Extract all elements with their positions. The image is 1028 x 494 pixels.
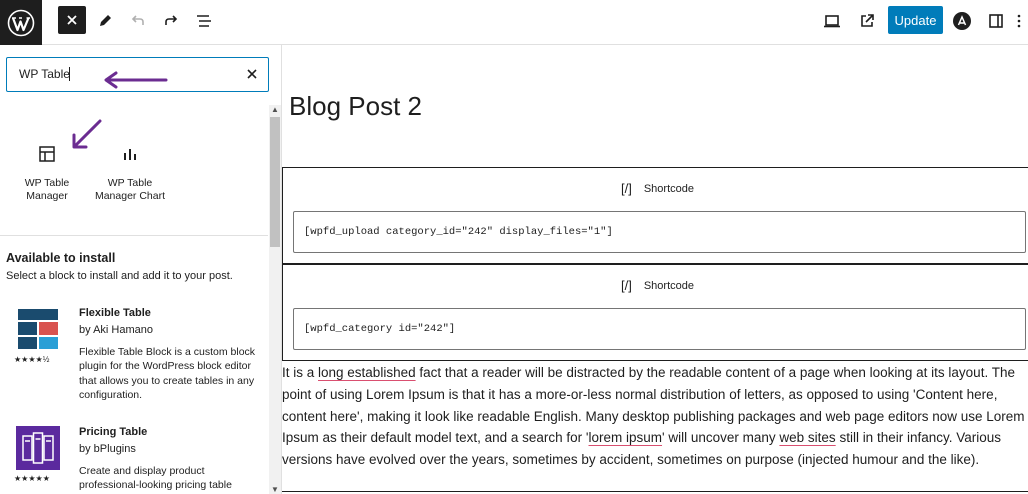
shortcode-block-header: [/] Shortcode xyxy=(621,278,694,293)
block-label: WP Table xyxy=(107,177,153,189)
sidebar-scrollbar[interactable]: ▲ ▼ xyxy=(269,105,281,494)
update-button[interactable]: Update xyxy=(888,6,943,34)
annotation-arrow-icon xyxy=(104,71,168,89)
preview-button[interactable] xyxy=(818,7,846,35)
desktop-preview-icon xyxy=(824,15,840,28)
undo-icon xyxy=(131,15,144,25)
editor-toolbar: Update xyxy=(0,0,1028,45)
settings-sidebar-icon xyxy=(989,14,1003,28)
shortcode-label: Shortcode xyxy=(643,279,694,292)
pricing-table-logo-icon xyxy=(16,426,60,470)
more-options-button[interactable] xyxy=(1012,7,1026,35)
scroll-down-arrow-icon[interactable]: ▼ xyxy=(271,485,279,494)
available-to-install-heading: Available to install xyxy=(6,251,116,265)
flexible-table-logo-icon xyxy=(16,307,60,351)
redo-button[interactable] xyxy=(157,7,185,35)
spellcheck-word: lorem ipsum xyxy=(588,430,663,446)
block-wp-table-manager-chart[interactable]: WP Table Manager Chart xyxy=(90,145,170,203)
section-divider xyxy=(0,235,268,236)
undo-button[interactable] xyxy=(124,7,152,35)
spellcheck-word: long established xyxy=(318,365,416,380)
plugin-item-flexible-table[interactable]: ★★★★½ Flexible Table by Aki Hamano Flexi… xyxy=(14,307,264,412)
astra-logo-icon xyxy=(953,12,971,30)
plugin-author: by Aki Hamano xyxy=(79,324,153,336)
shortcode-input[interactable]: [wpfd_upload category_id="242" display_f… xyxy=(293,211,1026,253)
close-inserter-button[interactable] xyxy=(58,6,86,34)
next-block-edge xyxy=(282,491,1028,492)
table-icon xyxy=(39,146,55,162)
block-inserter-panel: WP Table Manager WP Table Manager Chart … xyxy=(0,45,282,494)
astra-settings-button[interactable] xyxy=(948,7,976,35)
pencil-icon xyxy=(100,15,111,26)
plugin-description: Flexible Table Block is a custom block p… xyxy=(79,346,256,401)
redo-icon xyxy=(165,15,178,25)
shortcode-icon: [/] xyxy=(621,181,632,196)
spellcheck-word: web sites xyxy=(779,430,836,446)
paragraph-block[interactable]: It is a long established fact that a rea… xyxy=(282,362,1028,471)
shortcode-label: Shortcode xyxy=(643,182,694,195)
close-icon xyxy=(67,15,77,25)
external-link-icon xyxy=(861,14,874,27)
text-cursor xyxy=(69,67,70,81)
block-label: WP Table xyxy=(24,177,70,189)
plugin-author: by bPlugins xyxy=(79,443,136,455)
shortcode-block-header: [/] Shortcode xyxy=(621,181,694,196)
view-post-button[interactable] xyxy=(853,7,881,35)
block-label: Manager Chart xyxy=(94,190,166,202)
shortcode-block[interactable]: [/] Shortcode [wpfd_upload category_id="… xyxy=(282,167,1028,264)
wordpress-logo-icon[interactable] xyxy=(0,0,42,45)
scroll-thumb[interactable] xyxy=(270,117,280,247)
post-title[interactable]: Blog Post 2 xyxy=(289,91,422,122)
shortcode-icon: [/] xyxy=(621,278,632,293)
bar-chart-icon xyxy=(124,149,136,160)
shortcode-block[interactable]: [/] Shortcode [wpfd_category id="242"] xyxy=(282,264,1028,361)
rating-stars: ★★★★½ xyxy=(14,355,50,364)
plugin-name: Pricing Table xyxy=(79,426,148,438)
tools-button[interactable] xyxy=(91,7,119,35)
available-to-install-subtitle: Select a block to install and add it to … xyxy=(6,270,233,282)
plugin-name: Flexible Table xyxy=(79,307,151,319)
block-wp-table-manager[interactable]: WP Table Manager xyxy=(7,145,87,203)
scroll-up-arrow-icon[interactable]: ▲ xyxy=(271,105,279,114)
settings-button[interactable] xyxy=(982,7,1010,35)
paragraph-text: It is a xyxy=(282,365,319,380)
more-options-icon xyxy=(1017,14,1021,28)
list-view-icon xyxy=(197,15,211,27)
clear-search-icon[interactable] xyxy=(244,66,260,82)
shortcode-input[interactable]: [wpfd_category id="242"] xyxy=(293,308,1026,350)
document-overview-button[interactable] xyxy=(190,7,218,35)
editor-canvas: Blog Post 2 [/] Shortcode [wpfd_upload c… xyxy=(282,45,1028,494)
rating-stars: ★★★★★ xyxy=(14,474,50,483)
block-label: Manager xyxy=(26,190,68,202)
wordpress-logo-svg xyxy=(7,9,35,36)
paragraph-text: ' will uncover many xyxy=(662,430,780,446)
plugin-item-pricing-table[interactable]: ★★★★★ Pricing Table by bPlugins Create a… xyxy=(14,426,264,494)
plugin-description: Create and display product professional-… xyxy=(79,465,232,492)
